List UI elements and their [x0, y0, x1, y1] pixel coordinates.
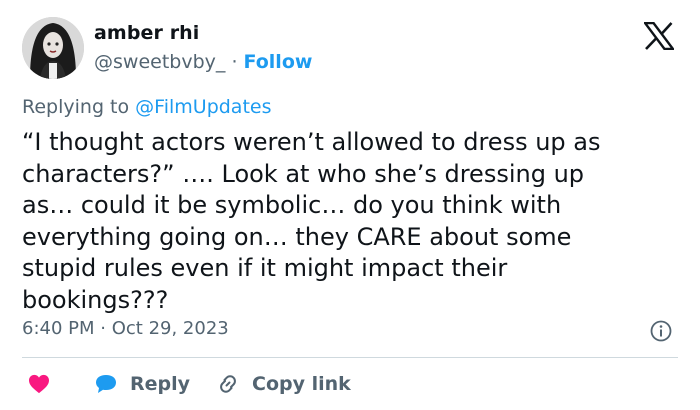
avatar-image [22, 17, 84, 79]
link-icon [220, 375, 236, 393]
tweet-card: amber rhi @sweetbvby_ · Follow Replying … [0, 0, 700, 410]
timestamp-separator: · [100, 318, 106, 339]
copy-link-button[interactable]: Copy link [216, 370, 351, 398]
tweet-timestamp[interactable]: 6:40 PM · Oct 29, 2023 [22, 318, 229, 339]
tweet-date: Oct 29, 2023 [111, 318, 229, 339]
display-name[interactable]: amber rhi [94, 22, 199, 44]
divider [22, 357, 678, 358]
copy-link-label: Copy link [252, 373, 351, 395]
heart-icon[interactable] [28, 374, 50, 394]
tweet-text: “I thought actors weren’t allowed to dre… [22, 128, 601, 314]
reply-bubble-icon [96, 375, 116, 393]
replying-to-label: Replying to [22, 96, 130, 118]
handle-separator: · [231, 51, 238, 73]
x-logo-icon[interactable] [644, 22, 674, 50]
tweet-time: 6:40 PM [22, 318, 95, 339]
replying-to: Replying to @FilmUpdates [22, 96, 272, 118]
avatar[interactable] [22, 17, 84, 79]
replying-to-mention[interactable]: @FilmUpdates [135, 96, 271, 118]
reply-label: Reply [130, 373, 191, 395]
reply-button[interactable]: Reply [94, 370, 190, 398]
handle-row: @sweetbvby_ · Follow [94, 51, 312, 73]
follow-button[interactable]: Follow [244, 51, 313, 73]
info-icon[interactable] [650, 320, 672, 342]
action-bar: Reply Copy link [0, 366, 700, 400]
user-handle[interactable]: @sweetbvby_ [94, 51, 225, 73]
